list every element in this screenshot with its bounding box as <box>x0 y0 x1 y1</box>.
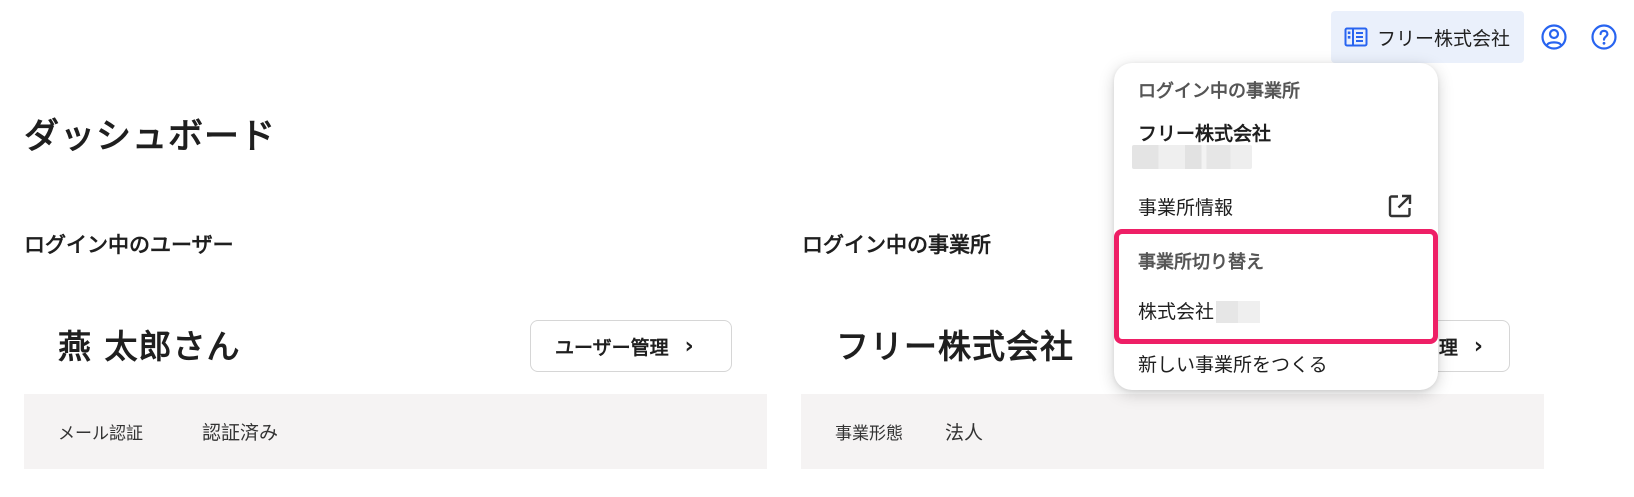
open-in-new-icon <box>1388 194 1412 218</box>
chevron-right-icon: › <box>1473 333 1483 359</box>
help-button[interactable] <box>1584 17 1624 57</box>
user-manage-button[interactable]: ユーザー管理 › <box>530 320 732 372</box>
office-section-heading: ログイン中の事業所 <box>802 233 991 257</box>
office-info-row: 事業形態 法人 <box>801 394 1544 469</box>
dropdown-current-title: ログイン中の事業所 <box>1138 81 1300 102</box>
create-office-label: 新しい事業所をつくる <box>1138 353 1328 376</box>
office-info-label: 事業形態 <box>835 424 903 444</box>
dropdown-switch-title: 事業所切り替え <box>1138 252 1264 273</box>
office-name: フリー株式会社 <box>836 327 1074 366</box>
switch-office-wrap: 株式会社 <box>1138 297 1261 324</box>
user-name: 燕 太郎さん <box>58 327 241 366</box>
account-button[interactable] <box>1534 17 1574 57</box>
user-info-row: メール認証 認証済み <box>24 394 767 469</box>
create-office-item[interactable]: 新しい事業所をつくる <box>1114 338 1438 388</box>
user-manage-label: ユーザー管理 <box>555 336 669 359</box>
redacted-office-code <box>1132 145 1252 169</box>
office-manage-label: 理 <box>1438 336 1458 359</box>
user-info-value: 認証済み <box>202 422 279 444</box>
office-switch-button[interactable]: フリー株式会社 <box>1330 11 1524 63</box>
help-circle-icon <box>1591 24 1617 50</box>
office-info-label: 事業所情報 <box>1138 196 1234 219</box>
office-info-value: 法人 <box>945 422 984 444</box>
office-dropdown-menu: ログイン中の事業所 フリー株式会社 事業所情報 事業所切り替え 株式会社 新しい… <box>1114 63 1438 390</box>
office-switch-label: フリー株式会社 <box>1376 27 1510 50</box>
account-circle-icon <box>1541 24 1567 50</box>
office-info-link[interactable]: 事業所情報 <box>1114 181 1438 231</box>
page-title: ダッシュボード <box>24 117 277 157</box>
user-section-heading: ログイン中のユーザー <box>24 233 234 257</box>
chevron-right-icon: › <box>684 333 694 359</box>
building-icon <box>1344 27 1368 47</box>
dropdown-current-office: フリー株式会社 <box>1138 123 1272 145</box>
user-info-label: メール認証 <box>58 424 143 444</box>
redacted-office-name <box>1216 301 1261 323</box>
switch-office-item[interactable]: 株式会社 <box>1114 285 1438 335</box>
header-actions: フリー株式会社 <box>1330 11 1624 63</box>
switch-office-label: 株式会社 <box>1138 300 1215 323</box>
